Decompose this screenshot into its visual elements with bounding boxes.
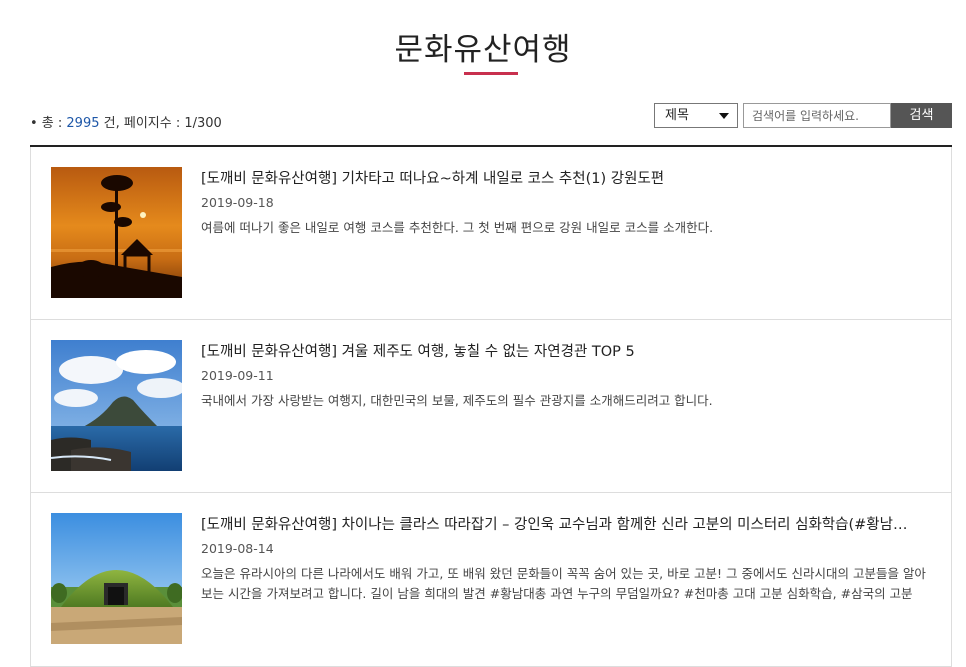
- item-text: [도깨비 문화유산여행] 기차타고 떠나요~하계 내일로 코스 추천(1) 강원…: [201, 169, 931, 238]
- item-title-link[interactable]: [도깨비 문화유산여행] 차이나는 클라스 따라잡기 – 강인욱 교수님과 함께…: [201, 515, 931, 535]
- item-date: 2019-08-14: [201, 541, 274, 556]
- list-item[interactable]: [도깨비 문화유산여행] 차이나는 클라스 따라잡기 – 강인욱 교수님과 함께…: [30, 493, 952, 667]
- page-title: 문화유산여행: [394, 32, 572, 68]
- silla-tomb-thumbnail[interactable]: [51, 513, 182, 644]
- item-title-link[interactable]: [도깨비 문화유산여행] 기차타고 떠나요~하계 내일로 코스 추천(1) 강원…: [201, 169, 931, 189]
- item-description: 국내에서 가장 사랑받는 여행지, 대한민국의 보물, 제주도의 필수 관광지를…: [201, 393, 713, 408]
- list-item[interactable]: [도깨비 문화유산여행] 겨울 제주도 여행, 놓칠 수 없는 자연경관 TOP…: [30, 320, 952, 493]
- search-field-select-value: 제목: [665, 108, 689, 123]
- item-title-link[interactable]: [도깨비 문화유산여행] 겨울 제주도 여행, 놓칠 수 없는 자연경관 TOP…: [201, 342, 931, 362]
- item-text: [도깨비 문화유산여행] 차이나는 클라스 따라잡기 – 강인욱 교수님과 함께…: [201, 515, 931, 604]
- item-text: [도깨비 문화유산여행] 겨울 제주도 여행, 놓칠 수 없는 자연경관 TOP…: [201, 342, 931, 411]
- result-summary: • 총 : 2995 건, 페이지수 : 1/300: [30, 112, 222, 131]
- item-description: 여름에 떠나기 좋은 내일로 여행 코스를 추천한다. 그 첫 번째 편으로 강…: [201, 220, 714, 235]
- title-underline: [464, 72, 518, 75]
- article-list: [도깨비 문화유산여행] 기차타고 떠나요~하계 내일로 코스 추천(1) 강원…: [30, 145, 952, 667]
- item-date: 2019-09-18: [201, 195, 274, 210]
- list-item[interactable]: [도깨비 문화유산여행] 기차타고 떠나요~하계 내일로 코스 추천(1) 강원…: [30, 147, 952, 320]
- chevron-down-icon: [719, 113, 729, 119]
- search-field-select[interactable]: 제목: [654, 103, 738, 128]
- summary-total-count: 2995: [66, 116, 100, 131]
- jeju-coast-thumbnail[interactable]: [51, 340, 182, 471]
- search-button[interactable]: 검색: [891, 103, 952, 128]
- summary-middle: 건, 페이지수 :: [99, 116, 185, 131]
- search-input[interactable]: [743, 103, 891, 128]
- sunset-pavilion-thumbnail[interactable]: [51, 167, 182, 298]
- item-date: 2019-09-11: [201, 368, 274, 383]
- item-description: 오늘은 유라시아의 다른 나라에서도 배워 가고, 또 배워 왔던 문화들이 꼭…: [201, 566, 926, 601]
- summary-page-count: 1/300: [184, 116, 222, 131]
- summary-prefix: • 총 :: [30, 116, 67, 131]
